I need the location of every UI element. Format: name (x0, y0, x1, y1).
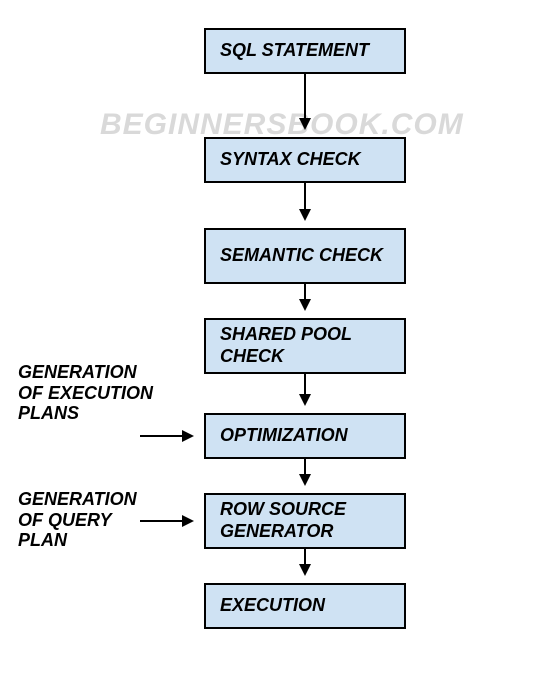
arrow-n6-n7 (304, 549, 306, 574)
arrow-n5-n6 (304, 459, 306, 484)
node-optimization: OPTIMIZATION (204, 413, 406, 459)
node-label: SYNTAX CHECK (220, 149, 361, 171)
arrow-n1-n2 (304, 74, 306, 128)
node-sql-statement: SQL STATEMENT (204, 28, 406, 74)
arrow-n2-n3 (304, 183, 306, 219)
arrow-annotation-1 (140, 435, 192, 437)
annotation-execution-plans: GENERATION OF EXECUTION PLANS (18, 362, 158, 424)
node-label: SHARED POOL CHECK (220, 324, 390, 367)
arrow-n3-n4 (304, 284, 306, 309)
annotation-query-plan: GENERATION OF QUERY PLAN (18, 489, 158, 551)
node-syntax-check: SYNTAX CHECK (204, 137, 406, 183)
node-semantic-check: SEMANTIC CHECK (204, 228, 406, 284)
node-label: ROW SOURCE GENERATOR (220, 499, 390, 542)
node-label: EXECUTION (220, 595, 325, 617)
node-label: OPTIMIZATION (220, 425, 348, 447)
node-shared-pool-check: SHARED POOL CHECK (204, 318, 406, 374)
arrow-n4-n5 (304, 374, 306, 404)
node-execution: EXECUTION (204, 583, 406, 629)
node-label: SEMANTIC CHECK (220, 245, 383, 267)
node-row-source-generator: ROW SOURCE GENERATOR (204, 493, 406, 549)
arrow-annotation-2 (140, 520, 192, 522)
node-label: SQL STATEMENT (220, 40, 369, 62)
